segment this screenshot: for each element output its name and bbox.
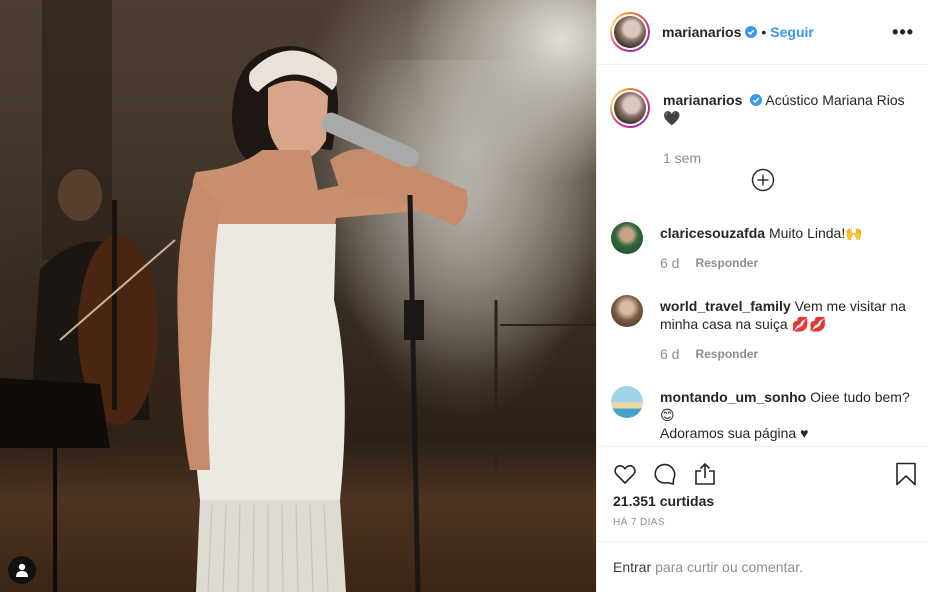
user-icon[interactable] <box>8 556 36 584</box>
caption-text: Acústico Mariana Rios <box>765 92 905 108</box>
commenter-avatar[interactable] <box>611 222 643 254</box>
commenter-avatar[interactable] <box>611 386 643 418</box>
post-caption: marianarios Acústico Mariana Rios 🖤 <box>597 66 928 128</box>
comment-username[interactable]: montando_um_sonho <box>660 389 806 405</box>
comment-username[interactable]: world_travel_family <box>660 298 791 314</box>
comment-text: Oiee tudo bem? <box>810 389 910 405</box>
heart-icon[interactable] <box>613 462 637 486</box>
author-username[interactable]: marianarios <box>662 24 741 40</box>
likes-count[interactable]: 21.351 curtidas <box>597 491 928 509</box>
comment-emoji: 💋💋 <box>791 316 827 332</box>
caption-avatar[interactable] <box>610 88 650 128</box>
comment-item: montando_um_sonho Oiee tudo bem? 😊 Adora… <box>611 386 921 442</box>
comment-text-line2: Adoramos sua página ♥ <box>660 425 809 441</box>
comment-emoji: 😊 <box>660 407 675 423</box>
comment-text: Muito Linda! <box>768 225 846 241</box>
post-photo[interactable] <box>0 0 596 592</box>
add-comment-bar: Entrar para curtir ou comentar. <box>597 541 928 592</box>
comment-emoji: 🙌 <box>845 225 863 241</box>
follow-button[interactable]: Seguir <box>770 24 814 40</box>
comment-time: 6 d <box>660 255 680 271</box>
post-date[interactable]: HÁ 7 DIAS <box>597 509 928 528</box>
plus-circle-icon[interactable] <box>751 168 775 192</box>
reply-button[interactable]: Responder <box>695 345 758 363</box>
caption-time: 1 sem <box>663 150 702 166</box>
post-actions: 21.351 curtidas HÁ 7 DIAS <box>597 446 928 541</box>
more-options-icon[interactable]: ••• <box>892 22 914 43</box>
comment-username[interactable]: claricesouzafda <box>660 225 765 241</box>
login-link[interactable]: Entrar <box>613 559 651 575</box>
reply-button[interactable]: Responder <box>695 254 758 272</box>
comment-item: claricesouzafda Muito Linda!🙌 6 d Respon… <box>611 222 921 272</box>
comments-section: marianarios Acústico Mariana Rios 🖤 1 se… <box>597 66 928 446</box>
comment-item: world_travel_family Vem me visitar na mi… <box>611 295 921 363</box>
post-header: marianarios • Seguir ••• <box>597 0 928 65</box>
commenter-avatar[interactable] <box>611 295 643 327</box>
share-icon[interactable] <box>693 462 717 486</box>
photo-scene <box>0 0 596 592</box>
singer-figure <box>177 46 468 592</box>
caption-emoji: 🖤 <box>663 110 681 126</box>
comment-placeholder: para curtir ou comentar. <box>655 559 803 575</box>
bookmark-icon[interactable] <box>895 462 917 486</box>
comment-time: 6 d <box>660 346 680 362</box>
caption-username[interactable]: marianarios <box>663 92 742 108</box>
verified-badge <box>750 94 763 106</box>
verified-badge <box>745 26 758 38</box>
post-sidebar: marianarios • Seguir ••• marianarios Acú… <box>596 0 928 592</box>
comment-icon[interactable] <box>653 462 677 486</box>
header-separator: • <box>761 24 767 40</box>
author-avatar[interactable] <box>610 12 650 52</box>
